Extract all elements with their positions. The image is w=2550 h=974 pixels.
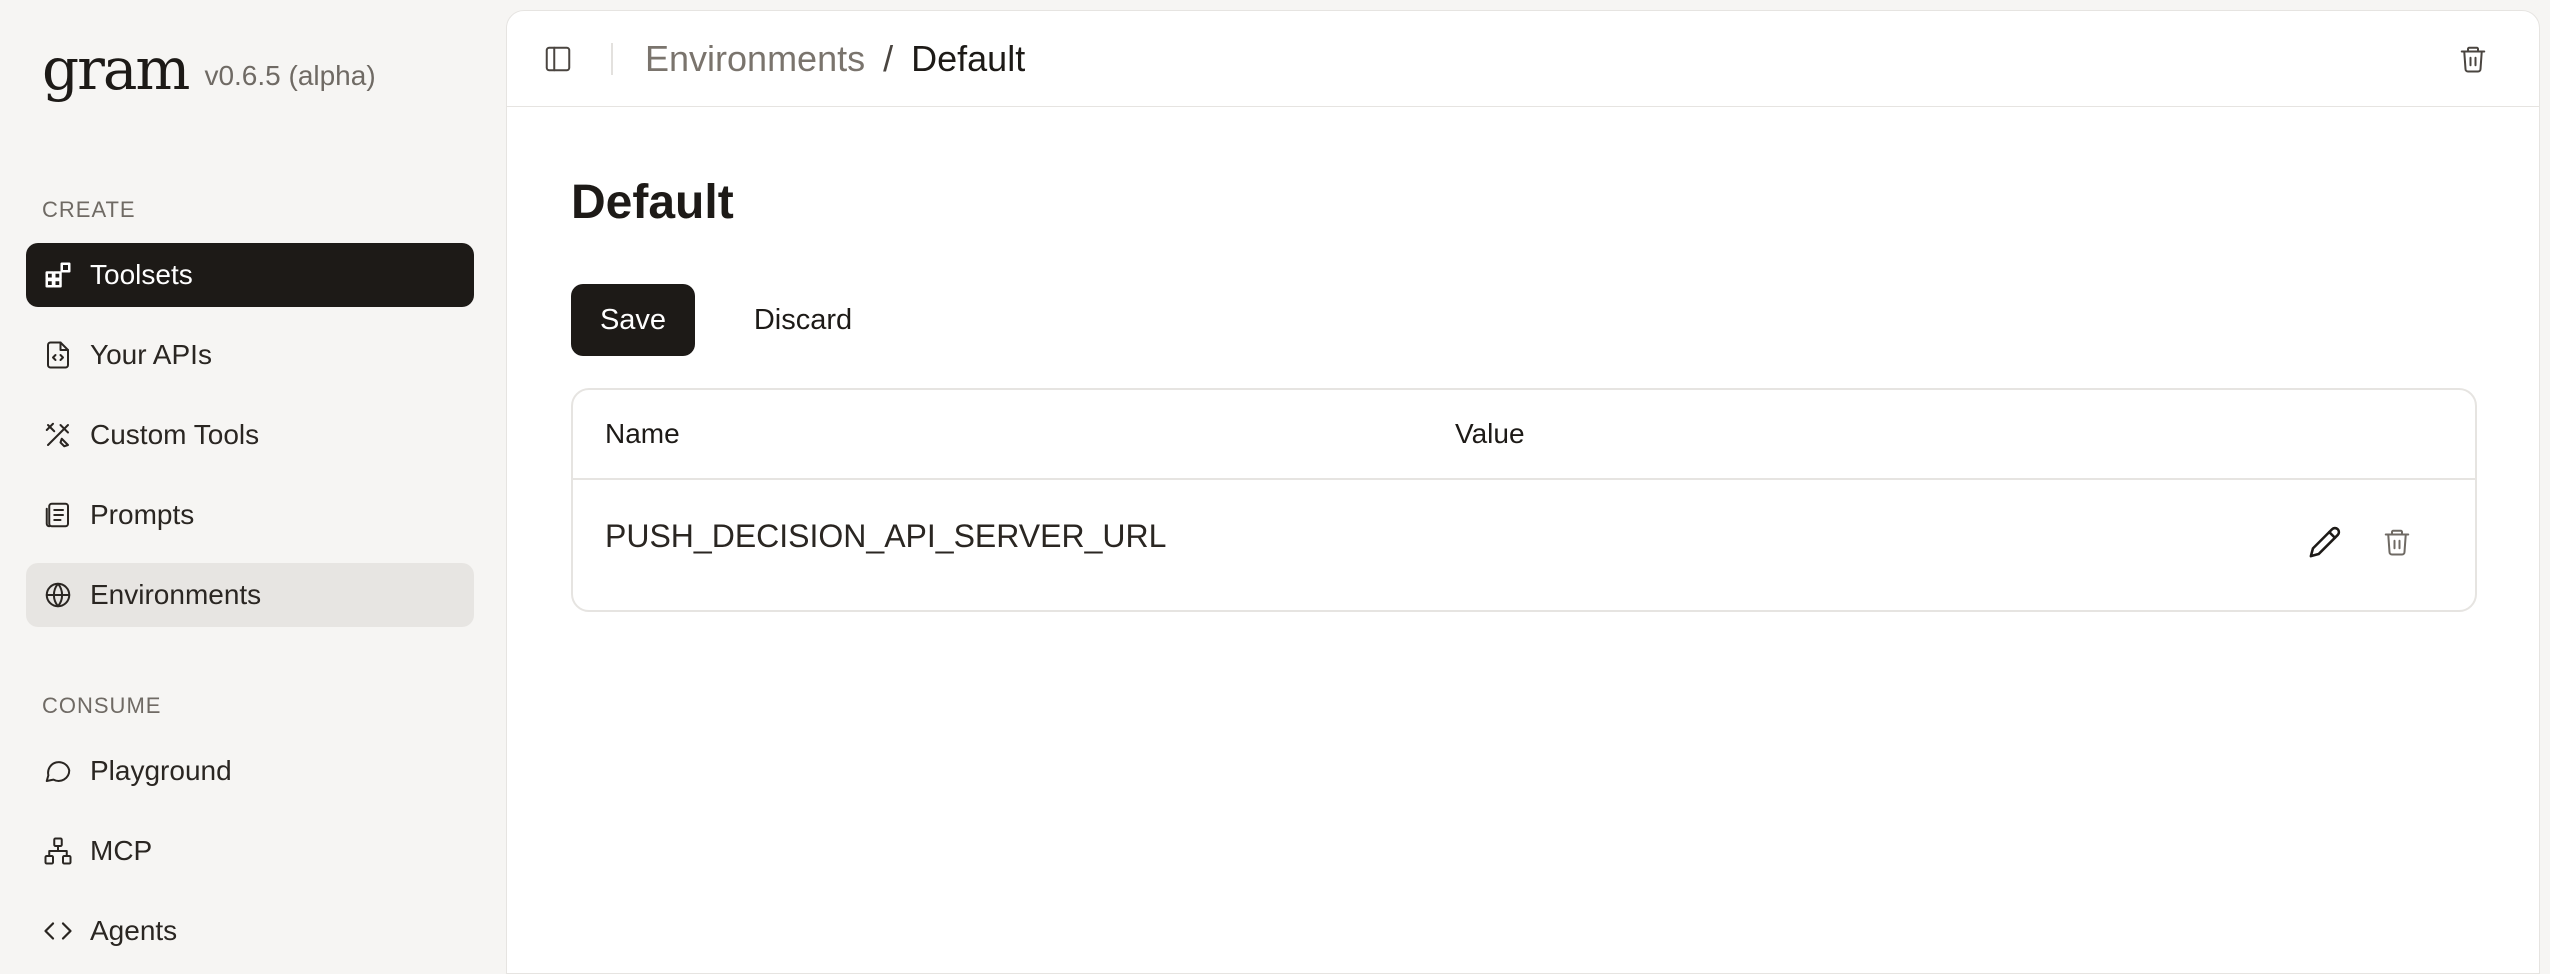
environment-variables-table: Name Value PUSH_DECISION_API_SERVER_URL bbox=[571, 388, 2477, 612]
sidebar-item-label: MCP bbox=[90, 835, 153, 866]
sidebar-item-label: Playground bbox=[90, 755, 232, 786]
file-code-icon bbox=[42, 339, 74, 371]
breadcrumb-link-environments[interactable]: Environments bbox=[645, 37, 865, 81]
sidebar-item-label: Prompts bbox=[90, 499, 195, 530]
edit-variable-button[interactable] bbox=[2305, 522, 2345, 562]
breadcrumb-separator: / bbox=[883, 38, 894, 79]
breadcrumb: Environments / Default bbox=[645, 37, 1025, 81]
sidebar-item-mcp[interactable]: MCP bbox=[26, 819, 474, 883]
top-bar: Environments / Default bbox=[507, 11, 2539, 107]
chat-bubble-icon bbox=[42, 755, 74, 787]
sidebar-item-toolsets[interactable]: Toolsets bbox=[26, 243, 474, 307]
sidebar-item-environments[interactable]: Environments bbox=[26, 563, 474, 627]
breadcrumb-current: Default bbox=[911, 38, 1026, 79]
section-label-create: CREATE bbox=[42, 197, 136, 222]
sidebar-item-label: Custom Tools bbox=[90, 419, 260, 450]
network-icon bbox=[42, 835, 74, 867]
sidebar-item-label: Your APIs bbox=[90, 339, 212, 370]
app-logo[interactable]: gram bbox=[42, 40, 190, 98]
sidebar-item-label: Environments bbox=[90, 579, 262, 610]
delete-environment-button[interactable] bbox=[2455, 41, 2491, 77]
column-header-value: Value bbox=[1455, 418, 1525, 449]
sidebar-item-playground[interactable]: Playground bbox=[26, 739, 474, 803]
tools-icon bbox=[42, 419, 74, 451]
column-header-name: Name bbox=[605, 418, 680, 449]
sidebar-item-prompts[interactable]: Prompts bbox=[26, 483, 474, 547]
delete-variable-button[interactable] bbox=[2377, 522, 2417, 562]
sidebar-item-your-apis[interactable]: Your APIs bbox=[26, 323, 474, 387]
panel-left-icon bbox=[545, 46, 571, 72]
toolbar-divider bbox=[611, 43, 613, 75]
sidebar-item-label: Agents bbox=[90, 915, 178, 946]
trash-icon bbox=[2384, 529, 2410, 556]
variable-name-cell: PUSH_DECISION_API_SERVER_URL bbox=[605, 518, 1167, 554]
prompts-icon bbox=[42, 499, 74, 531]
sidebar-item-agents[interactable]: Agents bbox=[26, 899, 474, 963]
code-brackets-icon bbox=[42, 915, 74, 947]
toolsets-icon bbox=[42, 259, 74, 291]
app-version: v0.6.5 (alpha) bbox=[204, 60, 376, 91]
table-row: PUSH_DECISION_API_SERVER_URL bbox=[573, 480, 2475, 610]
sidebar-toggle-button[interactable] bbox=[541, 42, 575, 76]
pencil-icon bbox=[2309, 526, 2341, 558]
sidebar-item-label: Toolsets bbox=[90, 259, 193, 290]
sidebar: gram v0.6.5 (alpha) CREATE Toolsets Your… bbox=[0, 0, 505, 974]
brand: gram v0.6.5 (alpha) bbox=[42, 40, 376, 98]
table-header: Name Value bbox=[573, 390, 2475, 480]
section-label-consume: CONSUME bbox=[42, 693, 162, 718]
discard-button[interactable]: Discard bbox=[719, 284, 887, 356]
main-panel: Environments / Default Default Save Disc… bbox=[506, 10, 2540, 974]
globe-icon bbox=[42, 579, 74, 611]
trash-icon bbox=[2460, 46, 2486, 73]
sidebar-item-custom-tools[interactable]: Custom Tools bbox=[26, 403, 474, 467]
page-title: Default bbox=[571, 176, 734, 229]
save-button[interactable]: Save bbox=[571, 284, 695, 356]
